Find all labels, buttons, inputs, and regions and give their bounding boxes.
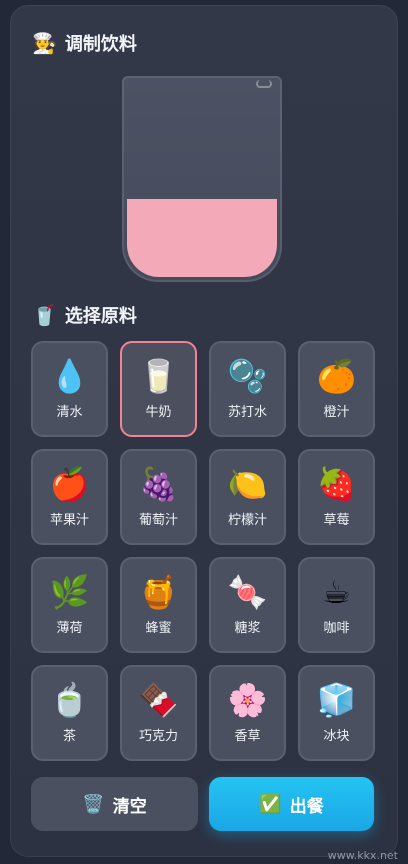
clear-button[interactable]: 🗑️ 清空 <box>31 777 198 831</box>
mixer-header: 🧑‍🍳 调制饮料 <box>32 30 137 56</box>
ingredient-icon: 🌿 <box>49 572 90 611</box>
ingredient-icon: 🍫 <box>138 680 179 719</box>
ingredient-label: 牛奶 <box>145 404 172 420</box>
ingredient-icon: 🧊 <box>316 680 357 719</box>
ingredient-tile[interactable]: 🍵 茶 <box>31 665 108 761</box>
ingredient-icon: 🍊 <box>316 356 357 395</box>
ingredients-header: 🥤 选择原料 <box>32 302 137 328</box>
ingredient-label: 橙汁 <box>323 404 350 420</box>
ingredient-tile[interactable]: 💧 清水 <box>31 341 108 437</box>
ingredient-icon: 🍬 <box>227 572 268 611</box>
ingredient-icon: 🌸 <box>227 680 268 719</box>
ingredient-label: 香草 <box>234 728 261 744</box>
ingredient-tile[interactable]: 🥛 牛奶 <box>120 341 197 437</box>
ingredient-label: 清水 <box>56 404 83 420</box>
ingredient-tile[interactable]: ☕ 咖啡 <box>298 557 375 653</box>
ingredient-tile[interactable]: 🌿 薄荷 <box>31 557 108 653</box>
ingredient-grid: 💧 清水 🥛 牛奶 🫧 苏打水 🍊 橙汁 🍎 苹果汁 🍇 葡萄汁 🍋 柠檬汁 🍓 草莓 🌿 薄荷 🍯 蜂蜜 🍬 糖浆 ☕ 咖啡… <box>31 341 375 761</box>
ingredients-title: 选择原料 <box>64 306 137 327</box>
ingredient-icon: 🥛 <box>138 356 179 395</box>
ingredient-icon: 🫧 <box>227 356 268 395</box>
drink-glass <box>122 76 282 282</box>
ingredient-tile[interactable]: 🌸 香草 <box>209 665 286 761</box>
ingredient-tile[interactable]: 🍯 蜂蜜 <box>120 557 197 653</box>
ingredient-tile[interactable]: 🧊 冰块 <box>298 665 375 761</box>
ingredient-icon: 🍯 <box>138 572 179 611</box>
ingredient-icon: 🍵 <box>49 680 90 719</box>
drink-liquid <box>127 199 277 277</box>
ingredient-label: 茶 <box>62 728 76 744</box>
clear-label: 清空 <box>112 796 147 817</box>
ingredient-tile[interactable]: 🍓 草莓 <box>298 449 375 545</box>
ingredient-tile[interactable]: 🍋 柠檬汁 <box>209 449 286 545</box>
ingredient-icon: 🍓 <box>316 464 357 503</box>
ingredient-icon: ☕ <box>322 572 351 611</box>
ingredient-icon: 💧 <box>49 356 90 395</box>
ingredient-tile[interactable]: 🍬 糖浆 <box>209 557 286 653</box>
ingredient-label: 巧克力 <box>138 728 178 744</box>
ingredient-label: 蜂蜜 <box>145 620 172 636</box>
ingredient-tile[interactable]: 🍊 橙汁 <box>298 341 375 437</box>
ingredient-label: 咖啡 <box>323 620 350 636</box>
ingredient-label: 草莓 <box>323 512 350 528</box>
ingredient-icon: 🍇 <box>138 464 179 503</box>
chef-icon: 🧑‍🍳 <box>32 31 57 55</box>
ingredient-tile[interactable]: 🍫 巧克力 <box>120 665 197 761</box>
serve-label: 出餐 <box>289 796 324 817</box>
trash-icon: 🗑️ <box>82 793 105 815</box>
ingredient-label: 柠檬汁 <box>227 512 267 528</box>
ingredient-label: 葡萄汁 <box>138 512 178 528</box>
glass-rim-highlight <box>256 80 272 88</box>
page-title: 调制饮料 <box>64 34 137 55</box>
ingredient-label: 糖浆 <box>234 620 261 636</box>
cup-icon: 🥤 <box>32 303 57 327</box>
serve-button[interactable]: ✅ 出餐 <box>209 777 374 831</box>
ingredient-icon: 🍋 <box>227 464 268 503</box>
ingredient-tile[interactable]: 🍎 苹果汁 <box>31 449 108 545</box>
ingredient-tile[interactable]: 🫧 苏打水 <box>209 341 286 437</box>
ingredient-label: 苹果汁 <box>49 512 89 528</box>
ingredient-label: 冰块 <box>323 728 350 744</box>
check-icon: ✅ <box>259 793 282 815</box>
ingredient-tile[interactable]: 🍇 葡萄汁 <box>120 449 197 545</box>
ingredient-label: 苏打水 <box>227 404 267 420</box>
ingredient-icon: 🍎 <box>49 464 90 503</box>
ingredient-label: 薄荷 <box>56 620 83 636</box>
watermark: www.kkx.net <box>327 849 398 862</box>
